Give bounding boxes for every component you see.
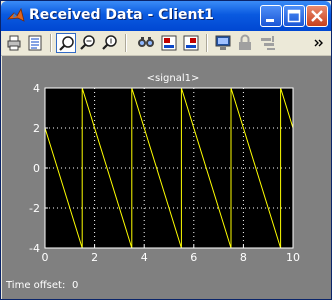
zoom-icon xyxy=(59,36,74,51)
chevron-right-icon xyxy=(314,39,323,47)
zoom-y-button[interactable] xyxy=(100,33,120,53)
floating-scope-button[interactable] xyxy=(213,33,233,53)
floating-scope-icon xyxy=(215,35,231,50)
y-tick-label: 0 xyxy=(33,162,40,175)
zoom-button[interactable] xyxy=(56,33,76,53)
x-tick-label: 4 xyxy=(141,251,148,264)
restore-axes-button[interactable] xyxy=(181,33,201,53)
zoom-y-icon xyxy=(102,35,117,50)
signal-selection-button[interactable] xyxy=(258,33,278,53)
toolbar xyxy=(1,31,331,56)
parameters-icon xyxy=(28,35,42,51)
x-tick-label: 6 xyxy=(190,251,197,264)
autoscale-icon xyxy=(138,37,154,47)
window-title: Received Data - Client1 xyxy=(29,7,214,23)
autoscale-button[interactable] xyxy=(136,33,156,53)
time-offset-value: 0 xyxy=(72,280,79,291)
save-axes-button[interactable] xyxy=(159,33,179,53)
x-tick-label: 10 xyxy=(286,251,300,264)
minimize-button[interactable] xyxy=(260,5,282,27)
maximize-button[interactable] xyxy=(283,5,305,27)
print-icon xyxy=(7,35,21,51)
chart-title: <signal1> xyxy=(147,73,200,84)
x-tick-label: 2 xyxy=(91,251,98,264)
restore-axes-icon xyxy=(183,35,199,51)
status-bar: Time offset: 0 xyxy=(2,273,331,299)
save-axes-icon xyxy=(161,35,177,51)
toolbar-separator xyxy=(206,34,208,52)
lock-icon xyxy=(239,34,251,50)
y-tick-label: -4 xyxy=(29,242,40,255)
y-tick-label: -2 xyxy=(29,202,40,215)
toolbar-separator xyxy=(50,34,52,52)
maximize-icon xyxy=(287,9,301,23)
x-tick-label: 8 xyxy=(240,251,247,264)
close-icon xyxy=(311,10,323,22)
scope-chart[interactable]: <signal1> 0 2 4 6 8 10 4 2 0 -2 -4 xyxy=(2,56,331,273)
y-tick-label: 2 xyxy=(33,122,40,135)
matlab-icon xyxy=(7,7,25,22)
zoom-x-icon xyxy=(80,35,95,50)
scope-window: Received Data - Client1 <signal1> 0 2 4 … xyxy=(0,0,332,300)
toolbar-separator xyxy=(125,34,127,52)
toolbar-chevron[interactable] xyxy=(311,33,327,53)
title-bar[interactable]: Received Data - Client1 xyxy=(1,1,331,31)
parameters-button[interactable] xyxy=(25,33,45,53)
signal-selection-icon xyxy=(261,36,275,50)
zoom-x-button[interactable] xyxy=(78,33,98,53)
lock-button[interactable] xyxy=(235,33,255,53)
print-button[interactable] xyxy=(4,33,24,53)
scope-plot-area: <signal1> 0 2 4 6 8 10 4 2 0 -2 -4 xyxy=(2,56,331,273)
time-offset-label: Time offset: xyxy=(6,280,66,291)
y-tick-label: 4 xyxy=(33,82,40,95)
minimize-icon xyxy=(266,19,274,22)
x-tick-label: 0 xyxy=(42,251,49,264)
close-button[interactable] xyxy=(306,5,328,27)
